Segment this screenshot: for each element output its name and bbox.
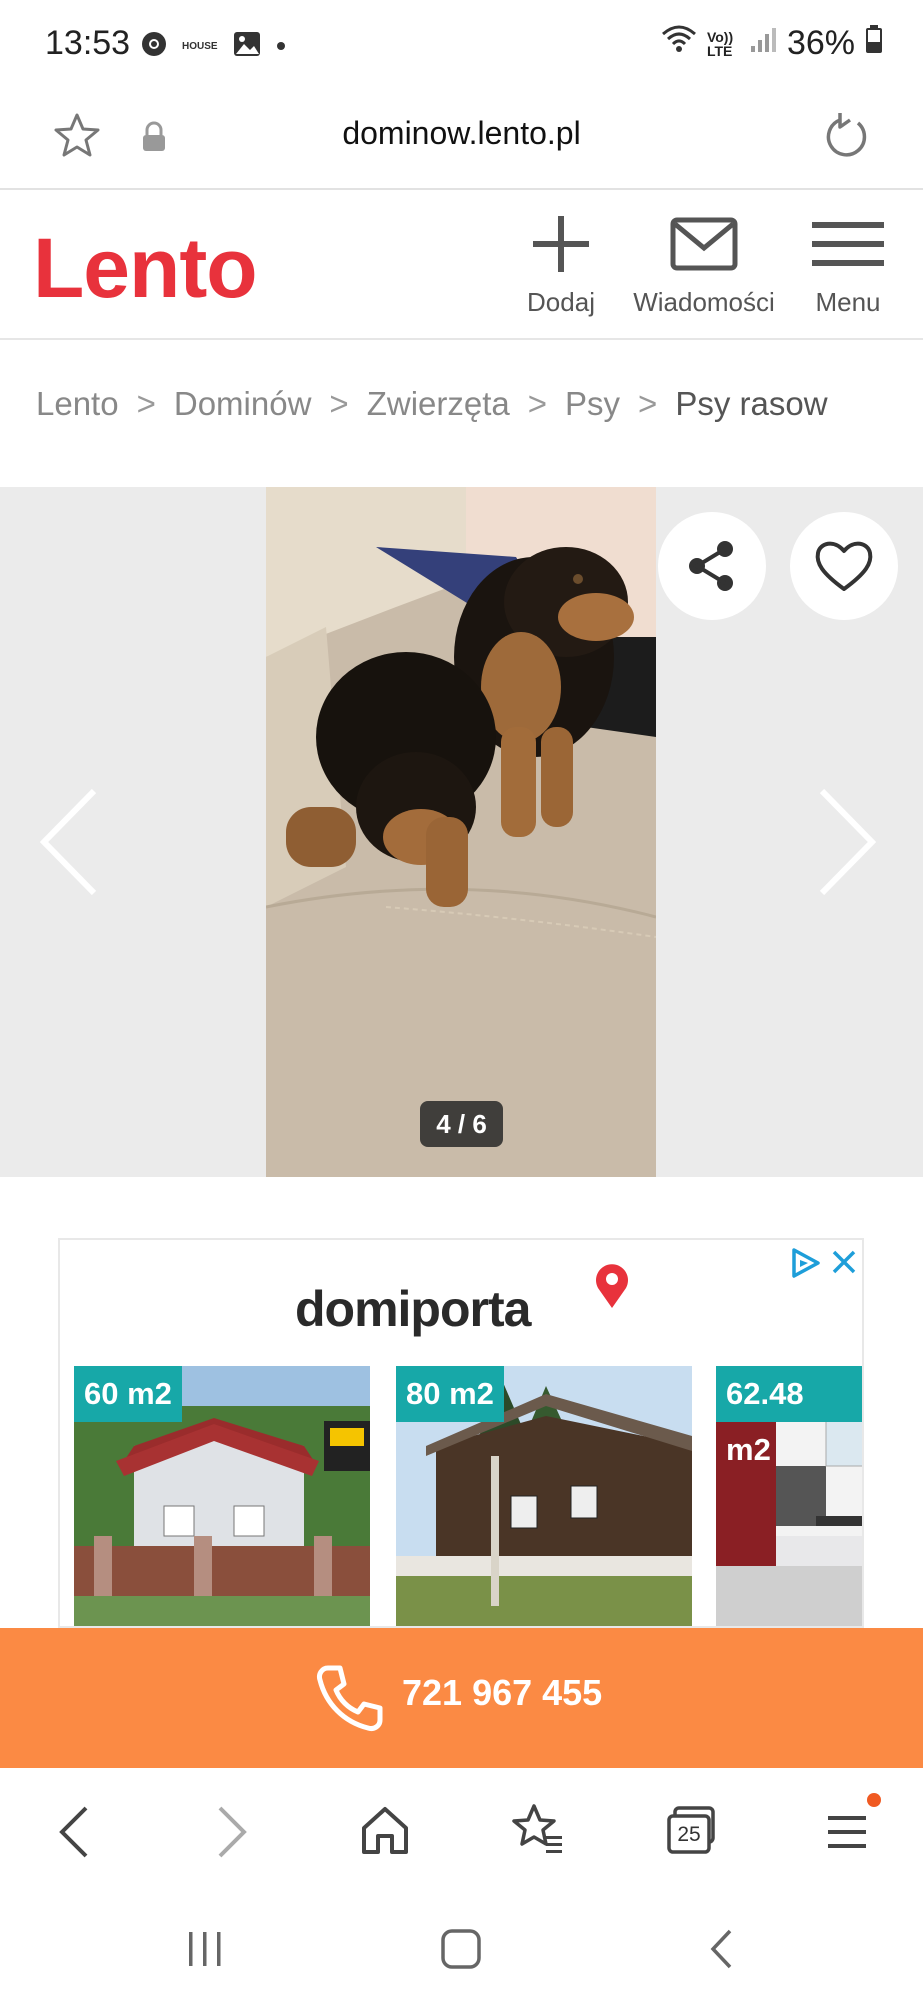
breadcrumb-current[interactable]: Psy rasow xyxy=(675,385,827,423)
property-card[interactable]: 80 m2 xyxy=(396,1366,692,1626)
system-back-icon[interactable] xyxy=(708,1928,736,1975)
location-pin-icon xyxy=(592,1262,632,1315)
tabs-button[interactable]: 25 xyxy=(665,1804,719,1856)
previous-photo-arrow-icon[interactable] xyxy=(36,787,100,902)
photo-counter: 4 / 6 xyxy=(420,1101,503,1147)
next-photo-arrow-icon[interactable] xyxy=(816,787,880,902)
phone-number: 721 967 455 xyxy=(402,1672,603,1713)
share-icon xyxy=(685,539,739,598)
phone-icon xyxy=(314,1662,386,1739)
back-icon[interactable] xyxy=(54,1804,94,1865)
share-button[interactable] xyxy=(658,512,766,620)
browser-toolbar: 25 xyxy=(0,1768,923,1898)
breadcrumb-item[interactable]: Zwierzęta xyxy=(367,385,510,423)
add-listing-label: Dodaj xyxy=(527,287,595,317)
envelope-icon xyxy=(669,217,739,282)
breadcrumb-item[interactable]: Lento xyxy=(36,385,119,423)
gallery-icon xyxy=(232,30,262,63)
notification-dot-icon xyxy=(276,38,286,56)
chevron-right-icon: > xyxy=(638,385,658,422)
signal-icon xyxy=(749,24,777,63)
domiporta-logo: domiporta xyxy=(295,1281,531,1337)
tabs-count: 25 xyxy=(677,1823,701,1846)
lte-label: Vo)) LTE xyxy=(706,28,734,59)
breadcrumb-item[interactable]: Dominów xyxy=(174,385,312,423)
status-bar: 13:53 HOUSE Vo)) LTE 36% xyxy=(0,0,923,95)
status-time: 13:53 xyxy=(45,24,131,62)
chrome-icon xyxy=(140,30,168,63)
domiporta-ad[interactable]: domiporta 60 m2 80 m2 62.48 m2 xyxy=(58,1238,864,1628)
breadcrumb: Lento > Dominów > Zwierzęta > Psy > Psy rasow xyxy=(36,385,896,435)
battery-icon xyxy=(865,24,883,63)
area-badge: 60 m2 xyxy=(74,1366,182,1422)
area-badge: 62.48 m2 xyxy=(716,1366,862,1467)
area-badge: 80 m2 xyxy=(396,1366,504,1422)
recent-apps-icon[interactable] xyxy=(186,1930,224,1973)
url-bar: dominow.lento.pl xyxy=(0,95,923,190)
bookmarks-icon[interactable] xyxy=(510,1802,566,1863)
menu-label: Menu xyxy=(815,287,881,317)
breadcrumb-item[interactable]: Psy xyxy=(565,385,620,423)
messages-label: Wiadomości xyxy=(633,287,775,317)
system-navigation-bar xyxy=(0,1898,923,2000)
chevron-right-icon: > xyxy=(329,385,349,422)
property-card[interactable]: 62.48 m2 xyxy=(716,1366,862,1626)
notification-dot-icon xyxy=(866,1792,882,1813)
property-card[interactable]: 60 m2 xyxy=(74,1366,370,1626)
close-ad-icon[interactable] xyxy=(830,1248,858,1281)
plus-icon xyxy=(529,216,593,282)
home-icon[interactable] xyxy=(360,1804,410,1861)
adchoices-icon[interactable] xyxy=(788,1246,822,1285)
house-app-icon: HOUSE xyxy=(182,41,218,52)
browser-menu-icon[interactable] xyxy=(826,1806,870,1859)
chevron-right-icon: > xyxy=(136,385,156,422)
system-home-icon[interactable] xyxy=(440,1928,482,1975)
battery-percent: 36% xyxy=(786,24,855,62)
heart-icon xyxy=(814,539,874,598)
reload-icon[interactable] xyxy=(820,111,872,168)
listing-photo[interactable] xyxy=(266,487,656,1177)
hamburger-icon xyxy=(810,222,886,282)
forward-icon[interactable] xyxy=(212,1804,252,1865)
add-listing-button[interactable]: Dodaj xyxy=(516,212,606,318)
chevron-right-icon: > xyxy=(527,385,548,422)
photo-gallery: 4 / 6 xyxy=(0,487,923,1177)
site-header: Lento Dodaj Wiadomości Menu xyxy=(0,190,923,340)
wifi-icon xyxy=(661,24,697,63)
menu-button[interactable]: Menu xyxy=(802,212,894,318)
call-button[interactable]: 721 967 455 xyxy=(0,1628,923,1768)
url-text[interactable]: dominow.lento.pl xyxy=(0,115,923,152)
favorite-button[interactable] xyxy=(790,512,898,620)
messages-button[interactable]: Wiadomości xyxy=(626,212,782,318)
lento-logo[interactable]: Lento xyxy=(33,220,258,317)
